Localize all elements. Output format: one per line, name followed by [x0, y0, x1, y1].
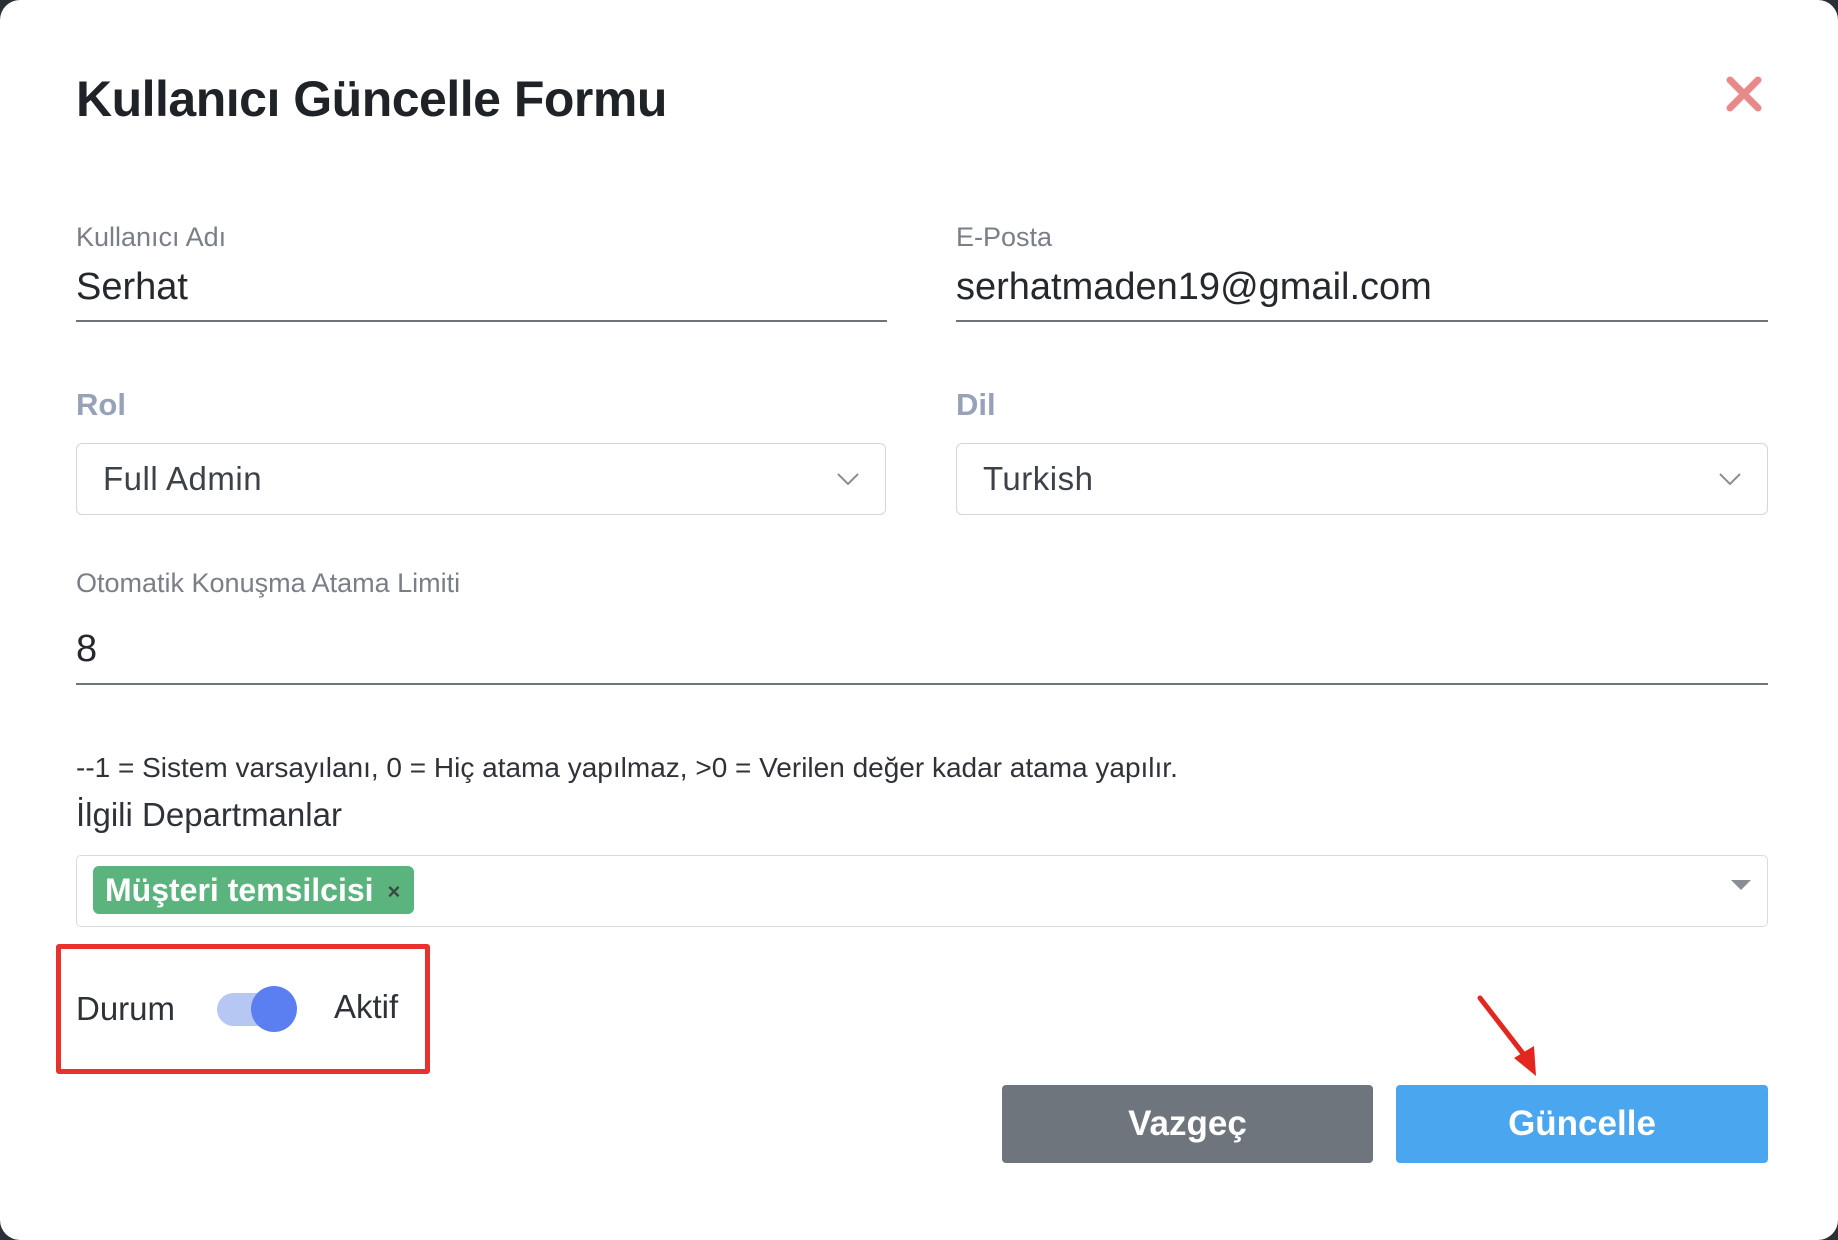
status-value: Aktif [334, 988, 399, 1025]
role-label: Rol [76, 387, 126, 422]
caret-down-icon[interactable] [1731, 880, 1751, 890]
email-label: E-Posta [956, 222, 1053, 252]
email-field[interactable]: serhatmaden19@gmail.com [956, 266, 1432, 309]
language-label: Dil [956, 387, 996, 422]
cancel-button[interactable]: Vazgeç [1002, 1085, 1373, 1163]
status-toggle[interactable] [215, 986, 297, 1032]
user-update-modal: Kullanıcı Güncelle Formu Kullanıcı Adı S… [0, 0, 1838, 1240]
department-tag-label: Müşteri temsilcisi [105, 871, 374, 908]
departments-label: İlgili Departmanlar [76, 796, 342, 833]
auto-assign-limit-label: Otomatik Konuşma Atama Limiti [76, 568, 461, 598]
email-underline [956, 320, 1768, 322]
username-field[interactable]: Serhat [76, 266, 188, 309]
chevron-down-icon [837, 473, 859, 486]
auto-assign-limit-field[interactable]: 8 [76, 628, 97, 671]
arrow-icon [1477, 995, 1536, 1076]
toggle-knob [251, 986, 297, 1032]
chevron-down-icon [1719, 473, 1741, 486]
departments-multiselect[interactable]: Müşteri temsilcisi × [76, 855, 1768, 927]
role-select[interactable]: Full Admin [76, 443, 886, 515]
close-icon[interactable] [1722, 72, 1766, 116]
department-tag: Müşteri temsilcisi × [93, 866, 415, 914]
username-underline [76, 320, 887, 322]
language-select-value: Turkish [983, 460, 1094, 497]
status-label: Durum [76, 990, 176, 1027]
assign-limit-hint: --1 = Sistem varsayılanı, 0 = Hiç atama … [76, 752, 1178, 783]
username-label: Kullanıcı Adı [76, 222, 227, 252]
role-select-value: Full Admin [103, 460, 263, 497]
tag-remove-icon[interactable]: × [388, 879, 401, 905]
update-button[interactable]: Güncelle [1396, 1085, 1768, 1163]
auto-assign-limit-underline [76, 683, 1768, 685]
modal-title: Kullanıcı Güncelle Formu [76, 71, 667, 127]
language-select[interactable]: Turkish [956, 443, 1768, 515]
